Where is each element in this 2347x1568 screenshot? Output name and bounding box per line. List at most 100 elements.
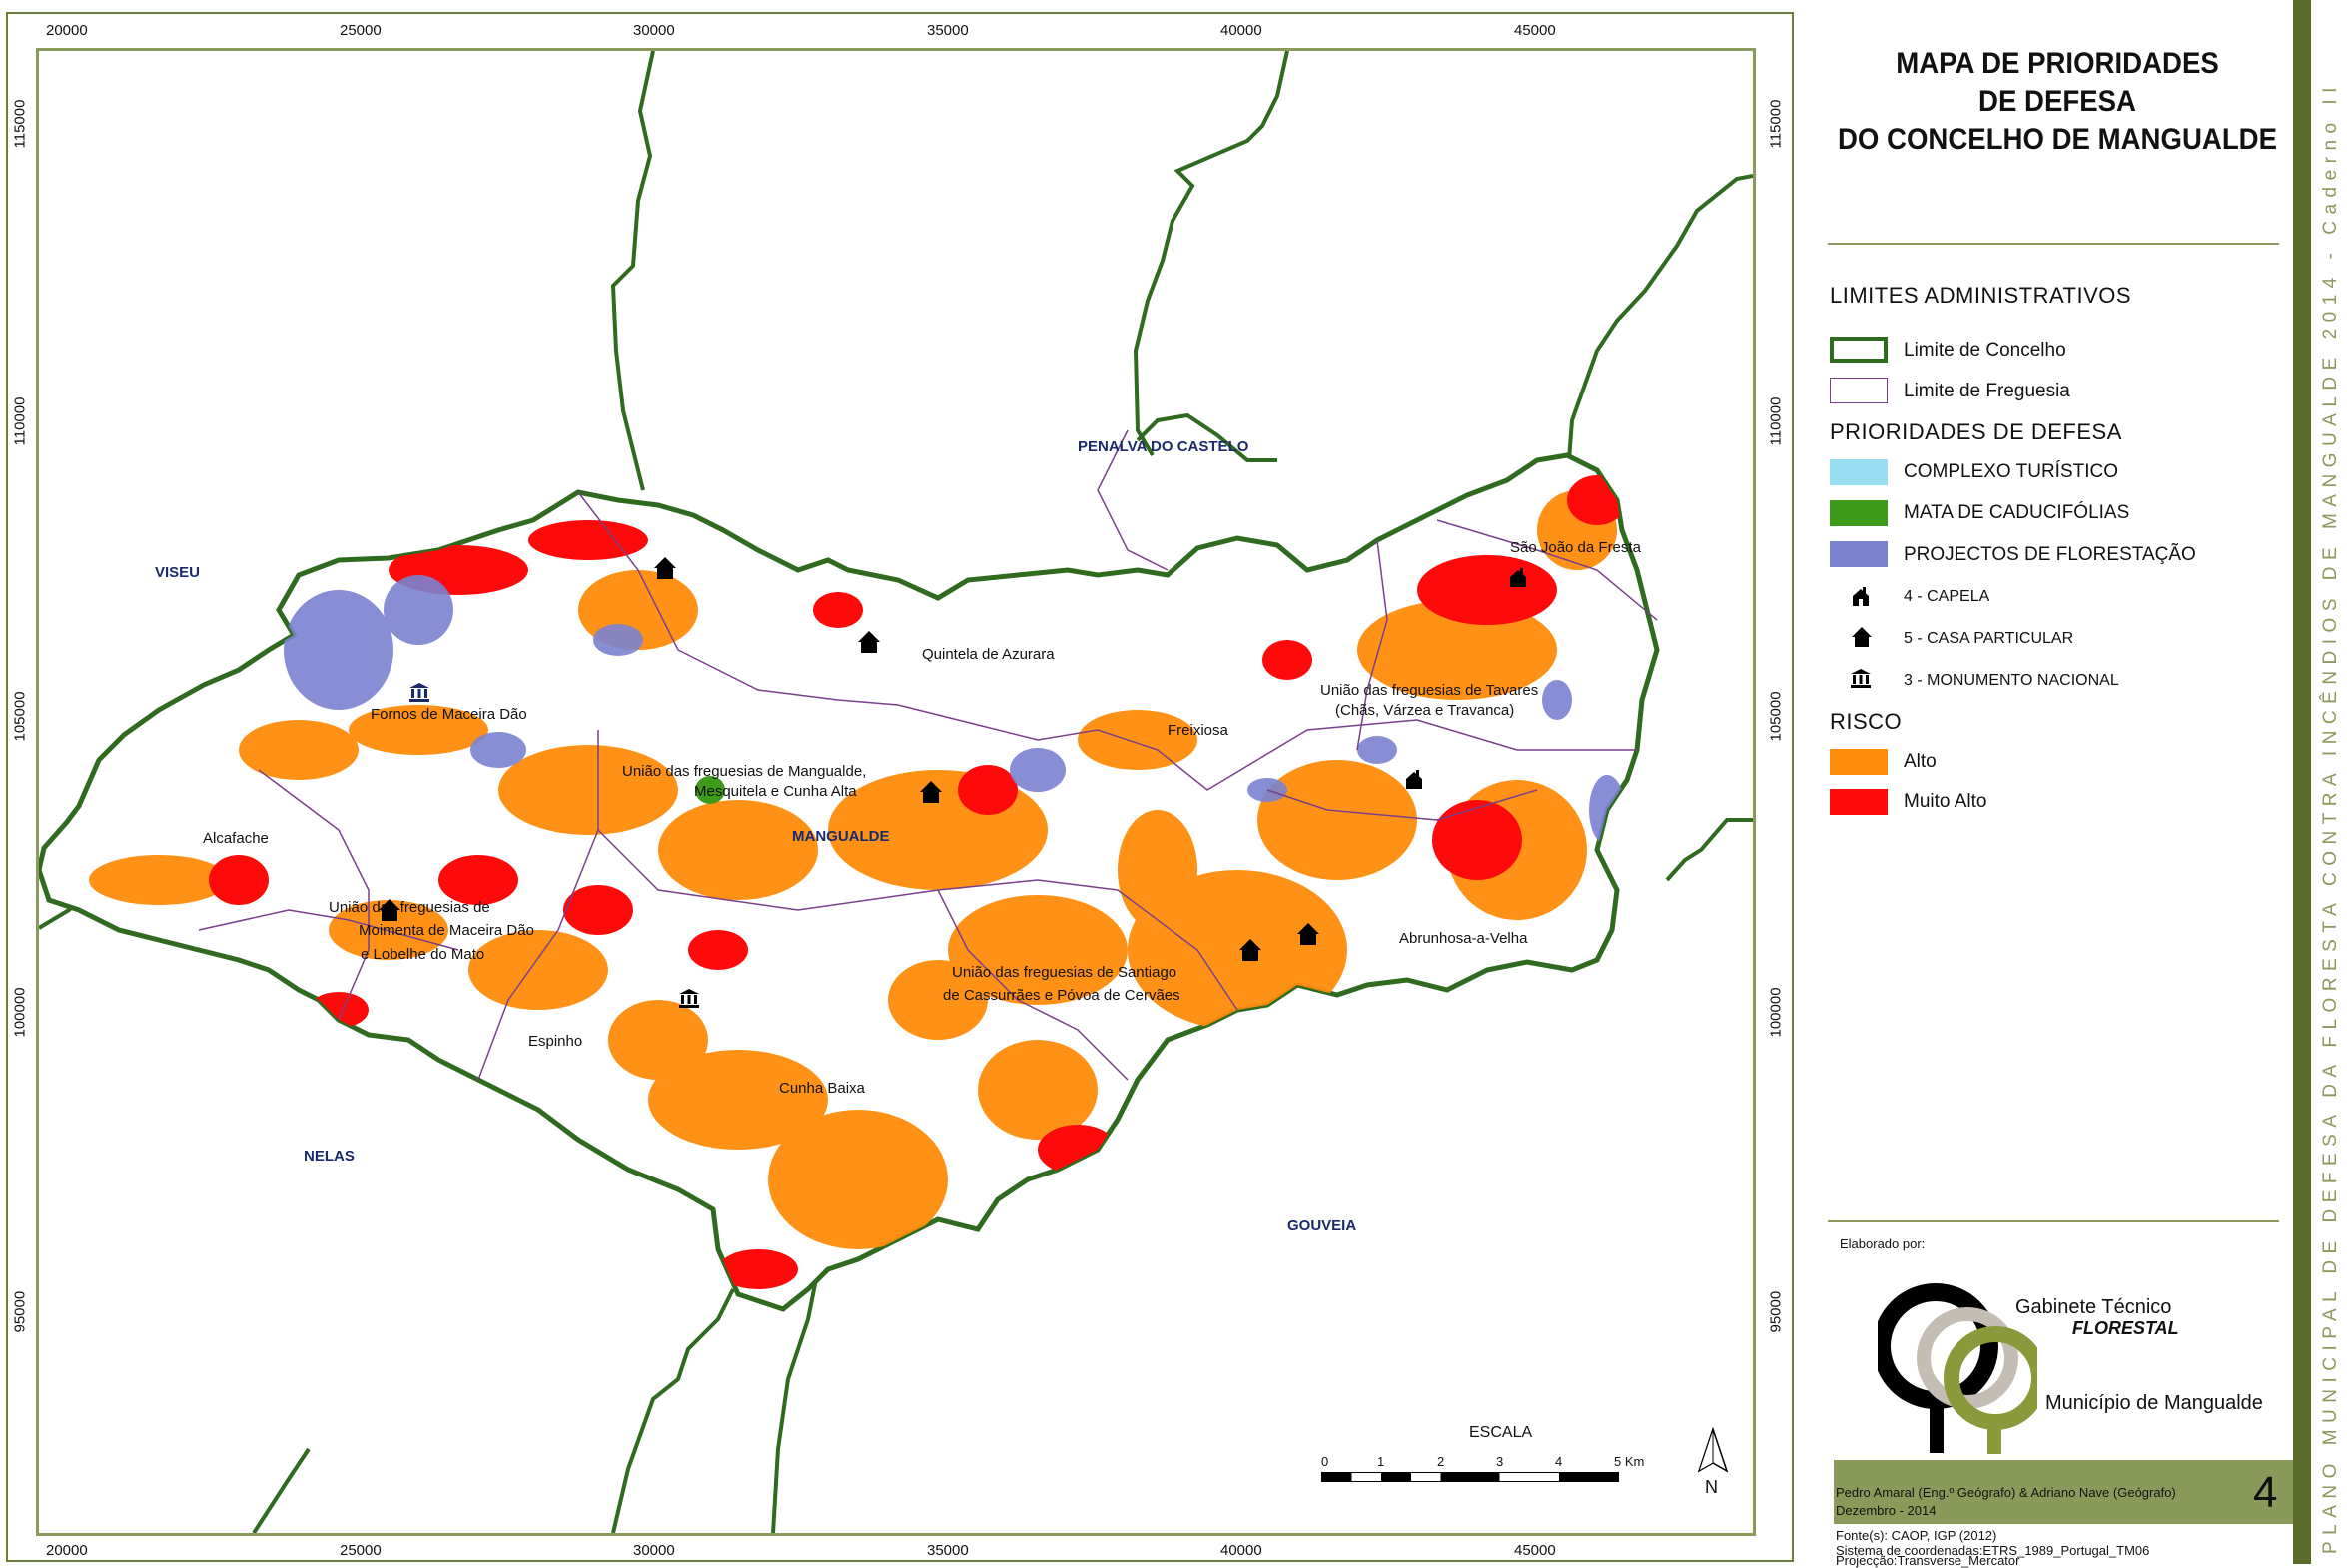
municipio-label: Município de Mangualde bbox=[2045, 1392, 2263, 1414]
y-tick-left: 110000 bbox=[11, 396, 29, 446]
y-tick-left: 105000 bbox=[11, 691, 29, 742]
divider bbox=[1828, 1220, 2279, 1222]
place-uniao-tavares-1: União das freguesias de Tavares bbox=[1320, 682, 1539, 699]
x-tick-top: 25000 bbox=[340, 22, 382, 39]
legend-label: 4 - CAPELA bbox=[1904, 588, 1990, 605]
legend-label: Limite de Freguesia bbox=[1904, 381, 2070, 401]
y-tick-right: 100000 bbox=[1767, 987, 1785, 1038]
y-tick-left: 100000 bbox=[11, 987, 29, 1038]
x-tick-top: 30000 bbox=[633, 22, 675, 39]
house-icon[interactable] bbox=[1237, 938, 1263, 967]
scale-label: 0 bbox=[1321, 1454, 1329, 1469]
place-uniao-moimenta-3: e Lobelhe do Mato bbox=[361, 946, 485, 963]
house-icon[interactable] bbox=[377, 898, 402, 927]
map-number: 4 bbox=[2253, 1468, 2278, 1517]
north-label: N bbox=[1705, 1477, 1718, 1497]
y-tick-right: 115000 bbox=[1767, 99, 1785, 149]
legend-label: PROJECTOS DE FLORESTAÇÃO bbox=[1904, 544, 2196, 565]
boundary-penalva-north bbox=[1133, 51, 1289, 457]
florestal-label: FLORESTAL bbox=[2072, 1318, 2179, 1338]
scale-title: ESCALA bbox=[1469, 1424, 1533, 1441]
scale-label: 4 bbox=[1555, 1454, 1563, 1469]
house-icon[interactable] bbox=[1295, 922, 1321, 951]
elaborado-label: Elaborado por: bbox=[1840, 1236, 1926, 1251]
place-alcafache: Alcafache bbox=[203, 830, 269, 847]
monument-icon[interactable] bbox=[408, 682, 430, 707]
monument-icon[interactable] bbox=[678, 988, 700, 1013]
projeccao-text: Projecção:Transverse_Mercator bbox=[1836, 1553, 2020, 1568]
scale-label: 5 Km bbox=[1614, 1454, 1645, 1469]
gtf-logo bbox=[1873, 1278, 2047, 1463]
place-abrunhosa: Abrunhosa-a-Velha bbox=[1399, 930, 1528, 947]
side-text: PLANO MUNICIPAL DE DEFESA DA FLORESTA CO… bbox=[2320, 81, 2341, 1554]
map-canvas bbox=[39, 51, 1753, 1533]
divider bbox=[1828, 243, 2279, 245]
region-viseu: VISEU bbox=[155, 564, 201, 581]
house-icon bbox=[1850, 626, 1874, 653]
x-tick-bottom: 20000 bbox=[46, 1542, 88, 1559]
place-uniao-santiago-1: União das freguesias de Santiago bbox=[952, 964, 1177, 981]
scale-label: 3 bbox=[1496, 1454, 1504, 1469]
authors-text: Pedro Amaral (Eng.º Geógrafo) & Adriano … bbox=[1836, 1485, 2176, 1500]
gabinete-label: Gabinete Técnico bbox=[2015, 1296, 2172, 1318]
legend-swatch-freguesia bbox=[1830, 378, 1888, 403]
region-mangualde: MANGUALDE bbox=[792, 828, 890, 845]
y-tick-right: 110000 bbox=[1767, 396, 1785, 446]
place-cunha-baixa: Cunha Baixa bbox=[779, 1080, 865, 1097]
x-tick-bottom: 45000 bbox=[1514, 1542, 1556, 1559]
chapel-icon bbox=[1852, 587, 1870, 612]
place-fornos: Fornos de Maceira Dão bbox=[371, 706, 527, 723]
place-uniao-tavares-2: (Chãs, Várzea e Travanca) bbox=[1335, 702, 1515, 719]
house-icon[interactable] bbox=[652, 556, 678, 585]
side-bar bbox=[2293, 0, 2311, 1564]
x-tick-bottom: 30000 bbox=[633, 1542, 675, 1559]
legend-swatch-concelho bbox=[1830, 337, 1888, 363]
house-icon[interactable] bbox=[918, 780, 944, 809]
legend-label: Alto bbox=[1904, 751, 1937, 772]
x-tick-top: 35000 bbox=[927, 22, 969, 39]
legend-swatch-complexo bbox=[1830, 459, 1888, 485]
legend-label: MATA DE CADUCIFÓLIAS bbox=[1904, 502, 2130, 523]
region-penalva: PENALVA DO CASTELO bbox=[1078, 438, 1249, 455]
legend-swatch-alto bbox=[1830, 749, 1888, 775]
map-title: MAPA DE PRIORIDADES DE DEFESA DO CONCELH… bbox=[1837, 45, 2278, 159]
title-line: DO CONCELHO DE MANGUALDE bbox=[1837, 123, 2278, 156]
boundary-sw bbox=[252, 1447, 311, 1533]
place-sao-joao: São João da Fresta bbox=[1510, 539, 1641, 556]
boundary-east bbox=[1560, 174, 1753, 501]
title-line: DE DEFESA bbox=[1978, 85, 2136, 118]
y-tick-left: 115000 bbox=[11, 99, 29, 149]
legend-label: 3 - MONUMENTO NACIONAL bbox=[1904, 672, 2119, 689]
place-uniao-moimenta-1: União das freguesias de bbox=[329, 899, 490, 916]
monument-icon bbox=[1850, 668, 1872, 693]
place-espinho: Espinho bbox=[528, 1033, 583, 1050]
region-gouveia: GOUVEIA bbox=[1287, 1217, 1357, 1234]
legend-label: Limite de Concelho bbox=[1904, 340, 2066, 361]
chapel-icon[interactable] bbox=[1509, 568, 1527, 593]
chapel-icon[interactable] bbox=[1405, 770, 1423, 795]
title-line: MAPA DE PRIORIDADES bbox=[1896, 47, 2219, 80]
y-tick-right: 95000 bbox=[1767, 1290, 1785, 1333]
legend-swatch-muito-alto bbox=[1830, 789, 1888, 815]
place-uniao-mangualde-2: Mesquitela e Cunha Alta bbox=[694, 783, 857, 800]
place-freixiosa: Freixiosa bbox=[1168, 722, 1228, 739]
house-icon[interactable] bbox=[856, 630, 882, 659]
x-tick-bottom: 35000 bbox=[927, 1542, 969, 1559]
scale-label: 2 bbox=[1437, 1454, 1445, 1469]
x-tick-top: 40000 bbox=[1220, 22, 1262, 39]
legend-label: 5 - CASA PARTICULAR bbox=[1904, 630, 2074, 647]
legend-admin-header: LIMITES ADMINISTRATIVOS bbox=[1830, 283, 2132, 308]
place-uniao-santiago-2: de Cassurrães e Póvoa de Cervães bbox=[943, 987, 1180, 1004]
boundary-nelas-south bbox=[611, 1288, 735, 1533]
y-tick-left: 95000 bbox=[11, 1290, 29, 1333]
legend-prioridades-header: PRIORIDADES DE DEFESA bbox=[1830, 419, 2122, 444]
x-tick-top: 45000 bbox=[1514, 22, 1556, 39]
place-quintela: Quintela de Azurara bbox=[922, 646, 1055, 663]
legend-risco-header: RISCO bbox=[1830, 709, 1903, 734]
legend-swatch-mata bbox=[1830, 500, 1888, 526]
region-nelas: NELAS bbox=[304, 1148, 355, 1165]
boundary-se bbox=[1665, 818, 1753, 882]
scale-bar: 0 1 2 3 4 5 Km bbox=[1321, 1454, 1651, 1484]
x-tick-bottom: 40000 bbox=[1220, 1542, 1262, 1559]
map-frame[interactable]: 20000 VISEU PENALVA DO CASTELO NELAS GOU… bbox=[36, 48, 1756, 1536]
